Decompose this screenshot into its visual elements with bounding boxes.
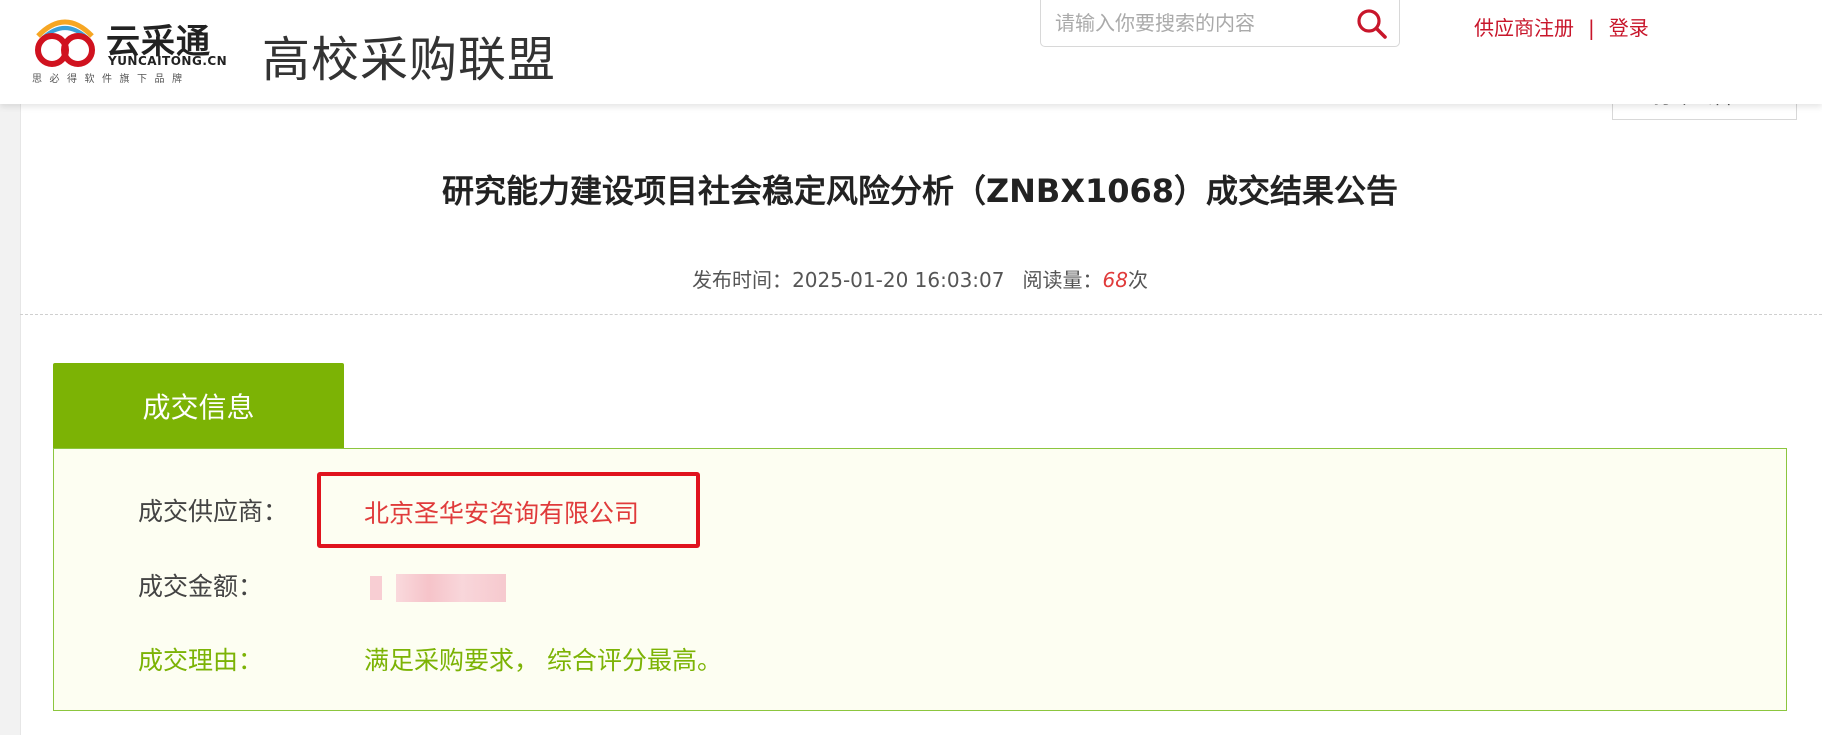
- site-title: 高校采购联盟: [262, 32, 557, 88]
- login-link[interactable]: 登录: [1609, 16, 1649, 40]
- search-input[interactable]: [1055, 8, 1345, 38]
- amount-label: 成交金额：: [138, 572, 264, 601]
- publish-time-label: 发布时间：: [692, 268, 793, 292]
- section-divider: [20, 314, 1822, 315]
- auth-separator: |: [1588, 16, 1595, 40]
- notice-title: 研究能力建设项目社会稳定风险分析（ZNBX1068）成交结果公告: [441, 172, 1399, 210]
- logo-tagline: 思必得软件旗下品牌: [32, 74, 190, 85]
- logo-rings-icon: [35, 19, 95, 67]
- reason-label: 成交理由：: [138, 646, 264, 675]
- supplier-value: 北京圣华安咨询有限公司: [364, 499, 640, 528]
- read-count-label: 阅读量：: [1022, 268, 1103, 292]
- read-count-unit: 次: [1127, 268, 1148, 292]
- tab-deal-info[interactable]: 成交信息: [53, 363, 344, 449]
- read-count-value: 68: [1102, 268, 1128, 292]
- page: 云采通 YUNCAITONG.CN 思必得软件旗下品牌 高校采购联盟 供应商注册…: [0, 0, 1822, 735]
- auth-links: 供应商注册 | 登录: [1474, 12, 1649, 41]
- search-box: [1040, 0, 1400, 47]
- reason-value: 满足采购要求， 综合评分最高。: [364, 646, 722, 675]
- supplier-register-link[interactable]: 供应商注册: [1474, 16, 1574, 40]
- deal-info-panel: [53, 448, 1787, 711]
- search-icon[interactable]: [1355, 7, 1389, 41]
- amount-value-redacted: [370, 574, 506, 602]
- site-header: 云采通 YUNCAITONG.CN 思必得软件旗下品牌 高校采购联盟 供应商注册…: [0, 0, 1822, 104]
- yuncaitong-logo[interactable]: 云采通 YUNCAITONG.CN 思必得软件旗下品牌: [30, 10, 227, 85]
- publish-time-value: 2025-01-20 16:03:07: [792, 268, 1005, 292]
- supplier-label: 成交供应商：: [138, 497, 289, 526]
- notice-meta: 发布时间：2025-01-20 16:03:07 阅读量：68次: [0, 264, 1822, 293]
- logo-brand-en: YUNCAITONG.CN: [108, 54, 228, 68]
